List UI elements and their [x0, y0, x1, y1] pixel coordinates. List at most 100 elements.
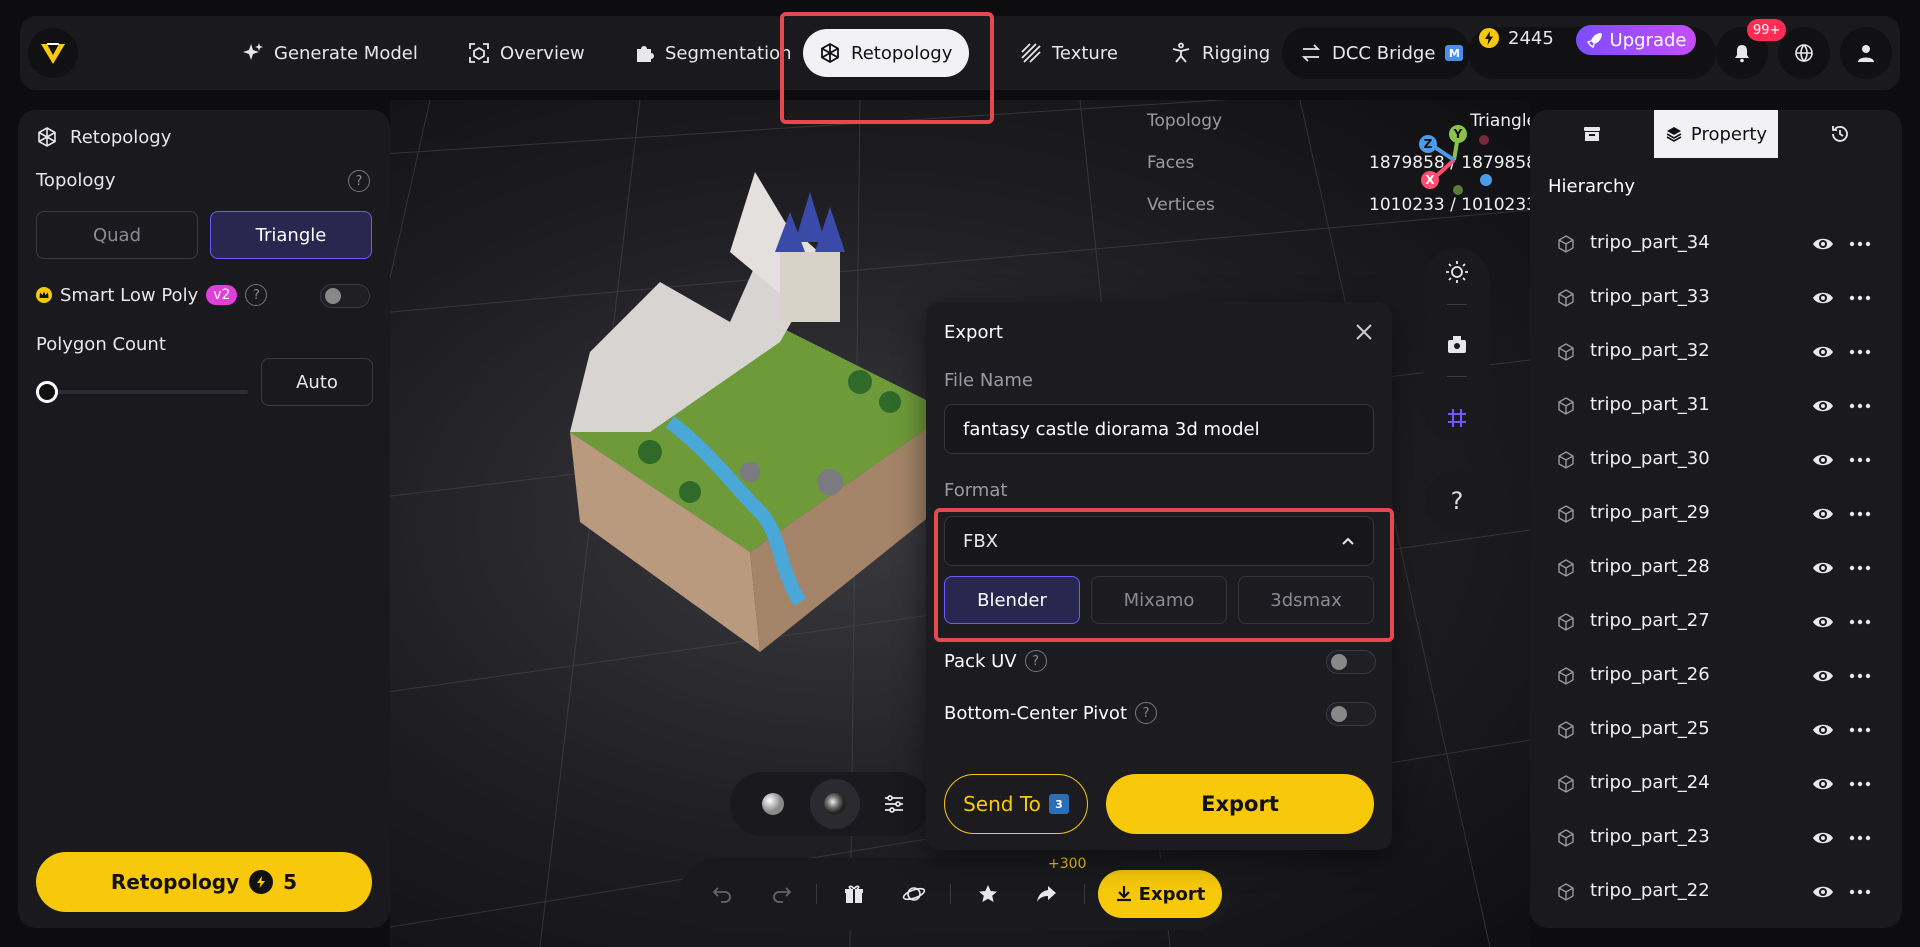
favorite-star-icon[interactable]	[974, 880, 1002, 908]
upgrade-button[interactable]: Upgrade	[1576, 25, 1696, 55]
tab-history[interactable]	[1778, 110, 1902, 158]
nav-dcc-bridge[interactable]: DCC Bridge M	[1284, 29, 1479, 77]
hierarchy-item[interactable]: tripo_part_30	[1530, 438, 1902, 482]
close-icon[interactable]	[1352, 320, 1376, 344]
visibility-eye-icon[interactable]	[1812, 342, 1834, 362]
visibility-eye-icon[interactable]	[1812, 666, 1834, 686]
file-name-input[interactable]	[944, 404, 1374, 454]
solid-shading-icon[interactable]	[760, 791, 786, 817]
more-options-icon[interactable]	[1848, 774, 1872, 794]
nav-segmentation[interactable]: Segmentation	[617, 29, 808, 77]
user-avatar-button[interactable]	[1840, 27, 1892, 79]
more-options-icon[interactable]	[1848, 612, 1872, 632]
tripo-logo[interactable]	[28, 28, 78, 78]
share-icon[interactable]	[1032, 880, 1060, 908]
visibility-eye-icon[interactable]	[1812, 558, 1834, 578]
orbit-icon[interactable]	[900, 880, 928, 908]
more-options-icon[interactable]	[1848, 666, 1872, 686]
preset-3dsmax-button[interactable]: 3dsmax	[1238, 576, 1374, 624]
format-select[interactable]: FBX	[944, 516, 1374, 566]
camera-reset-icon[interactable]	[1445, 333, 1469, 357]
hierarchy-item[interactable]: tripo_part_32	[1530, 330, 1902, 374]
gift-icon[interactable]	[840, 880, 868, 908]
visibility-eye-icon[interactable]	[1812, 234, 1834, 254]
castle-diorama-model[interactable]	[530, 152, 970, 672]
bottom-toolbar: +300 Export	[680, 856, 1230, 930]
hierarchy-item[interactable]: tripo_part_22	[1530, 870, 1902, 914]
visibility-eye-icon[interactable]	[1812, 774, 1834, 794]
visibility-eye-icon[interactable]	[1812, 828, 1834, 848]
hierarchy-item[interactable]: tripo_part_33	[1530, 276, 1902, 320]
redo-icon[interactable]	[768, 880, 796, 908]
preset-blender-button[interactable]: Blender	[944, 576, 1080, 624]
render-settings-icon[interactable]	[882, 792, 906, 816]
preset-mixamo-button[interactable]: Mixamo	[1091, 576, 1227, 624]
smart-low-poly-help-icon[interactable]: ?	[245, 284, 268, 306]
topology-quad-button[interactable]: Quad	[36, 211, 198, 259]
visibility-eye-icon[interactable]	[1812, 288, 1834, 308]
language-button[interactable]	[1778, 27, 1830, 79]
grid-toggle-icon[interactable]	[1445, 406, 1469, 430]
axis-x-label: X	[1425, 173, 1435, 187]
hierarchy-item[interactable]: tripo_part_29	[1530, 492, 1902, 536]
more-options-icon[interactable]	[1848, 342, 1872, 362]
undo-icon[interactable]	[708, 880, 736, 908]
hierarchy-item[interactable]: tripo_part_34	[1530, 222, 1902, 266]
retopology-button-label: Retopology	[110, 870, 240, 894]
more-options-icon[interactable]	[1848, 396, 1872, 416]
tab-property[interactable]: Property	[1654, 110, 1778, 158]
more-options-icon[interactable]	[1848, 504, 1872, 524]
visibility-eye-icon[interactable]	[1812, 450, 1834, 470]
more-options-icon[interactable]	[1848, 234, 1872, 254]
viewport-help-button[interactable]: ?	[1426, 470, 1488, 532]
upgrade-label: Upgrade	[1609, 29, 1687, 51]
visibility-eye-icon[interactable]	[1812, 396, 1834, 416]
polygon-count-slider-track[interactable]	[46, 390, 248, 394]
hierarchy-item[interactable]: tripo_part_24	[1530, 762, 1902, 806]
hierarchy-item[interactable]: tripo_part_28	[1530, 546, 1902, 590]
visibility-eye-icon[interactable]	[1812, 504, 1834, 524]
pivot-toggle[interactable]	[1326, 702, 1376, 726]
topology-help-icon[interactable]: ?	[348, 170, 370, 192]
polygon-count-auto-button[interactable]: Auto	[261, 358, 373, 406]
part-name: tripo_part_31	[1590, 394, 1710, 415]
retopology-panel: Retopology Topology ? Quad Triangle Smar…	[18, 110, 390, 928]
nav-retopology[interactable]: Retopology	[803, 29, 969, 77]
credits-count: 2445	[1508, 27, 1554, 49]
nav-label: DCC Bridge	[1332, 42, 1436, 64]
topology-triangle-button[interactable]: Triangle	[210, 211, 372, 259]
hierarchy-item[interactable]: tripo_part_31	[1530, 384, 1902, 428]
smart-low-poly-row: Smart Low Poly v2 ?	[36, 284, 268, 306]
pack-uv-toggle[interactable]	[1326, 650, 1376, 674]
hierarchy-item[interactable]: tripo_part_23	[1530, 816, 1902, 860]
pack-uv-help-icon[interactable]: ?	[1024, 650, 1047, 672]
visibility-eye-icon[interactable]	[1812, 612, 1834, 632]
send-to-button[interactable]: Send To 3	[944, 774, 1088, 834]
nav-rigging[interactable]: Rigging	[1154, 29, 1286, 77]
visibility-eye-icon[interactable]	[1812, 882, 1834, 902]
more-options-icon[interactable]	[1848, 288, 1872, 308]
lighting-icon[interactable]	[1445, 260, 1469, 284]
hierarchy-item[interactable]: tripo_part_26	[1530, 654, 1902, 698]
polygon-count-slider-handle[interactable]	[36, 381, 58, 403]
pivot-help-icon[interactable]: ?	[1135, 702, 1158, 724]
hierarchy-item[interactable]: tripo_part_27	[1530, 600, 1902, 644]
more-options-icon[interactable]	[1848, 450, 1872, 470]
more-options-icon[interactable]	[1848, 558, 1872, 578]
polygon-count-label: Polygon Count	[36, 334, 166, 355]
toolbar-export-button[interactable]: Export	[1098, 870, 1222, 918]
more-options-icon[interactable]	[1848, 828, 1872, 848]
nav-overview[interactable]: Overview	[452, 29, 601, 77]
hierarchy-item[interactable]: tripo_part_25	[1530, 708, 1902, 752]
tab-archive[interactable]	[1530, 110, 1654, 158]
retopology-run-button[interactable]: Retopology 5	[36, 852, 372, 912]
more-options-icon[interactable]	[1848, 882, 1872, 902]
more-options-icon[interactable]	[1848, 720, 1872, 740]
nav-generate-model[interactable]: Generate Model	[226, 29, 434, 77]
nav-texture[interactable]: Texture	[1004, 29, 1134, 77]
smart-low-poly-toggle[interactable]	[320, 284, 370, 308]
axis-gizmo[interactable]: Y X Z	[1410, 118, 1500, 198]
stat-label: Faces	[1147, 153, 1195, 173]
visibility-eye-icon[interactable]	[1812, 720, 1834, 740]
export-confirm-button[interactable]: Export	[1106, 774, 1374, 834]
